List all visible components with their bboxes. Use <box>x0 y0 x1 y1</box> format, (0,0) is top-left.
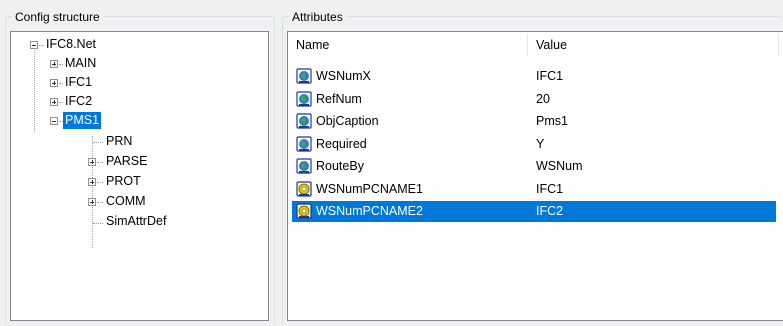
tree-node-label: PROT <box>106 174 141 188</box>
globe-icon <box>296 158 312 174</box>
attribute-value: WSNum <box>536 159 583 173</box>
collapse-icon[interactable] <box>50 117 58 125</box>
globe-icon <box>296 68 312 84</box>
globe-icon <box>296 135 312 152</box>
tree-node-parse[interactable]: PARSE <box>11 153 261 171</box>
tree-node-label: SimAttrDef <box>106 214 167 228</box>
tree-node-prot[interactable]: PROT <box>11 173 261 191</box>
tree-node-label: IFC2 <box>65 94 93 108</box>
list-header: Name Value <box>288 32 783 58</box>
globe-icon <box>296 113 312 129</box>
collapse-icon[interactable] <box>30 41 38 49</box>
tree-node-prn[interactable]: PRN <box>11 133 261 151</box>
tree-connector <box>97 202 103 203</box>
attribute-row[interactable]: WSNumX IFC1 <box>292 66 776 87</box>
yellow-gear-icon <box>296 203 312 219</box>
column-divider[interactable] <box>778 34 779 56</box>
attribute-row[interactable]: RefNum 20 <box>292 89 776 110</box>
tree-node-label: PARSE <box>106 154 148 168</box>
expand-icon[interactable] <box>50 98 58 106</box>
attribute-row[interactable]: ObjCaption Pms1 <box>292 111 776 132</box>
tree-node-label-selected: PMS1 <box>63 112 102 129</box>
expand-icon[interactable] <box>88 158 96 166</box>
tree-connector <box>93 142 103 143</box>
tree-node-ifc1[interactable]: IFC1 <box>11 74 261 92</box>
tree-node-pms1[interactable]: PMS1 <box>11 112 261 130</box>
expand-icon[interactable] <box>88 178 96 186</box>
column-header-value[interactable]: Value <box>528 32 567 58</box>
tree-node-simattrdef[interactable]: SimAttrDef <box>11 213 261 231</box>
attribute-name: WSNumX <box>316 69 371 83</box>
expand-icon[interactable] <box>50 60 58 68</box>
config-tree[interactable]: IFC8.Net MAIN IFC1 IFC2 PMS1 PRN PARSE P… <box>10 31 269 321</box>
tree-node-root[interactable]: IFC8.Net <box>11 36 261 54</box>
attribute-value: IFC2 <box>536 204 564 218</box>
tree-connector <box>97 182 103 183</box>
tree-connector <box>97 162 103 163</box>
attribute-value: Pms1 <box>536 114 568 128</box>
attribute-value: Y <box>536 136 545 151</box>
attribute-name: WSNumPCNAME2 <box>316 204 423 218</box>
attribute-name: WSNumPCNAME1 <box>316 181 423 196</box>
expand-icon[interactable] <box>50 79 58 87</box>
attribute-value: 20 <box>536 91 550 106</box>
tree-connector <box>93 223 103 224</box>
attributes-list[interactable]: Name Value WSNumX IFC1 RefNum 20 ObjCaption P… <box>287 31 783 321</box>
attribute-name: ObjCaption <box>316 114 379 128</box>
tree-node-label: MAIN <box>65 56 97 70</box>
attribute-value: IFC1 <box>536 69 564 83</box>
tree-node-label: COMM <box>106 194 146 208</box>
config-structure-title: Config structure <box>12 10 103 24</box>
tree-node-label: IFC1 <box>65 75 93 89</box>
attributes-title: Attributes <box>289 10 346 24</box>
tree-node-label: PRN <box>106 134 133 148</box>
attribute-row[interactable]: WSNumPCNAME2 IFC2 <box>292 201 776 222</box>
tree-node-comm[interactable]: COMM <box>11 193 261 211</box>
attribute-row[interactable]: WSNumPCNAME1 IFC1 <box>292 179 776 200</box>
column-header-name[interactable]: Name <box>288 32 329 58</box>
attribute-row[interactable]: RouteBy WSNum <box>292 156 776 177</box>
tree-node-label: IFC8.Net <box>46 37 97 51</box>
expand-icon[interactable] <box>88 198 96 206</box>
tree-node-main[interactable]: MAIN <box>11 55 261 73</box>
attribute-name: RouteBy <box>316 159 364 173</box>
attribute-row[interactable]: Required Y <box>292 134 776 155</box>
attribute-value: IFC1 <box>536 181 564 196</box>
globe-icon <box>296 90 312 107</box>
attribute-name: Required <box>316 136 367 151</box>
tree-node-ifc2[interactable]: IFC2 <box>11 93 261 111</box>
attribute-name: RefNum <box>316 91 362 106</box>
yellow-gear-icon <box>296 180 312 197</box>
